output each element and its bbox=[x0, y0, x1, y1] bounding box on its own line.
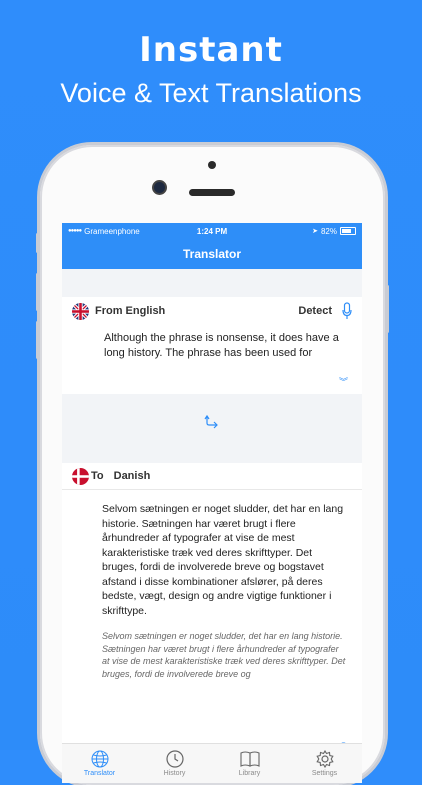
source-language-label[interactable]: From English bbox=[95, 305, 165, 317]
alternate-translation-text[interactable]: Selvom sætningen er noget sludder, det h… bbox=[62, 618, 362, 680]
source-card: From English Detect Although the phrase … bbox=[62, 297, 362, 394]
source-text[interactable]: Although the phrase is nonsense, it does… bbox=[62, 325, 362, 361]
power-button bbox=[386, 285, 389, 333]
front-camera bbox=[154, 182, 165, 193]
denmark-flag-icon[interactable] bbox=[72, 467, 89, 485]
phone-frame: ●●●●● Grameenphone 1:24 PM ➤ 82% Transla… bbox=[36, 145, 389, 785]
translation-text[interactable]: Selvom sætningen er noget sludder, det h… bbox=[62, 490, 362, 618]
book-icon bbox=[239, 751, 260, 767]
tab-label: Library bbox=[238, 770, 261, 777]
tab-bar: Translator History Library Settings bbox=[62, 743, 362, 783]
promo-subheadline: Voice & Text Translations bbox=[60, 78, 362, 108]
earpiece-speaker bbox=[189, 189, 235, 196]
volume-down-button bbox=[36, 321, 39, 359]
uk-flag-icon[interactable] bbox=[72, 302, 89, 320]
page-title: Translator bbox=[182, 247, 242, 261]
promo-headline: Instant bbox=[139, 30, 283, 70]
microphone-icon[interactable] bbox=[342, 302, 352, 323]
target-language-label[interactable]: Danish bbox=[114, 470, 151, 482]
tab-label: Settings bbox=[311, 770, 338, 777]
app-screen: ●●●●● Grameenphone 1:24 PM ➤ 82% Transla… bbox=[62, 223, 362, 783]
mute-switch bbox=[36, 233, 39, 253]
battery-icon bbox=[340, 227, 356, 235]
status-bar: ●●●●● Grameenphone 1:24 PM ➤ 82% bbox=[62, 223, 362, 239]
volume-up-button bbox=[36, 273, 39, 311]
target-header: To Danish bbox=[62, 463, 362, 490]
proximity-sensor bbox=[208, 161, 216, 169]
location-icon: ➤ bbox=[312, 228, 318, 235]
tab-label: Translator bbox=[83, 770, 116, 777]
target-prefix: To bbox=[91, 470, 104, 482]
gear-icon bbox=[315, 750, 334, 768]
clock-icon bbox=[165, 750, 184, 768]
tab-label: History bbox=[163, 770, 186, 777]
globe-icon bbox=[91, 750, 108, 768]
target-card: To Danish Selvom sætningen er noget slud… bbox=[62, 463, 362, 753]
source-header: From English Detect bbox=[62, 297, 362, 325]
translator-content: From English Detect Although the phrase … bbox=[62, 269, 362, 753]
nav-bar: Translator bbox=[62, 239, 362, 269]
swap-languages-icon[interactable] bbox=[204, 414, 220, 437]
detect-button[interactable]: Detect bbox=[298, 305, 332, 317]
expand-down-icon[interactable]: ︾ bbox=[339, 375, 348, 388]
battery-percent: 82% bbox=[320, 226, 337, 236]
